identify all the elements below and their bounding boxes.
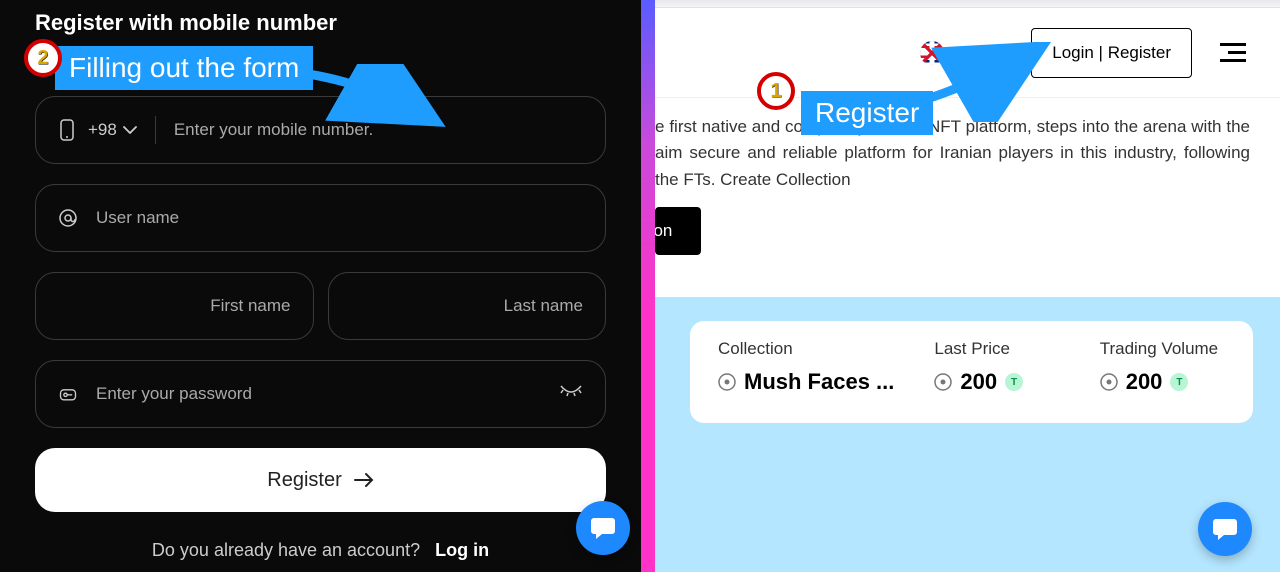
- chat-icon: [1212, 517, 1238, 541]
- token-badge: T: [1170, 373, 1188, 391]
- stats-volume-col: Trading Volume 200 T: [1100, 339, 1225, 395]
- hero-paragraph: e first native and completely Iranian NF…: [655, 114, 1250, 193]
- annotation-badge-2: 2: [24, 39, 62, 77]
- split-divider: [641, 0, 655, 572]
- chat-fab[interactable]: [576, 501, 630, 555]
- stats-collection-label: Collection: [718, 339, 894, 359]
- password-field[interactable]: [35, 360, 606, 428]
- register-title: Register with mobile number: [35, 10, 606, 36]
- name-row: [35, 272, 606, 340]
- toggle-password-icon[interactable]: [559, 384, 583, 405]
- username-input[interactable]: [96, 208, 583, 228]
- token-badge: T: [1005, 373, 1023, 391]
- stats-collection-col: Collection Mush Faces ...: [718, 339, 894, 395]
- at-icon: [58, 208, 78, 228]
- annotation-arrow-2: [300, 64, 450, 144]
- key-icon: [58, 384, 78, 404]
- chat-fab[interactable]: [1198, 502, 1252, 556]
- bullet-icon: [1100, 373, 1118, 391]
- login-link[interactable]: Log in: [435, 540, 489, 560]
- bullet-icon: [718, 373, 736, 391]
- already-account-row: Do you already have an account? Log in: [35, 540, 606, 561]
- stats-last-price-label: Last Price: [934, 339, 1059, 359]
- arrow-right-icon: [354, 472, 374, 488]
- annotation-badge-1: 1: [757, 72, 795, 110]
- dial-code-value: +98: [88, 120, 117, 140]
- lastname-field[interactable]: [328, 272, 607, 340]
- hamburger-menu-icon[interactable]: [1216, 39, 1250, 66]
- stats-last-price-col: Last Price 200 T: [934, 339, 1059, 395]
- register-button-label: Register: [267, 469, 341, 492]
- stats-card: Collection Mush Faces ... Last Price 200…: [690, 321, 1253, 423]
- stats-volume-label: Trading Volume: [1100, 339, 1225, 359]
- browser-chrome-strip: [655, 0, 1280, 8]
- phone-icon: [58, 120, 78, 140]
- username-field[interactable]: [35, 184, 606, 252]
- firstname-field[interactable]: [35, 272, 314, 340]
- lastname-input[interactable]: [351, 296, 584, 316]
- stats-last-price-value: 200 T: [934, 369, 1059, 395]
- password-input[interactable]: [96, 384, 559, 404]
- divider: [155, 116, 156, 144]
- annotation-arrow-1: [910, 42, 1060, 122]
- stats-volume-value: 200 T: [1100, 369, 1225, 395]
- annotation-callout-2: Filling out the form: [55, 46, 313, 90]
- bullet-icon: [934, 373, 952, 391]
- already-text: Do you already have an account?: [152, 540, 420, 560]
- create-collection-button[interactable]: ection: [655, 207, 701, 255]
- stats-collection-value[interactable]: Mush Faces ...: [718, 369, 894, 395]
- chevron-down-icon: [123, 126, 137, 134]
- register-button[interactable]: Register: [35, 448, 606, 512]
- dial-code-dropdown[interactable]: +98: [88, 120, 137, 140]
- chat-icon: [590, 516, 616, 540]
- firstname-input[interactable]: [58, 296, 291, 316]
